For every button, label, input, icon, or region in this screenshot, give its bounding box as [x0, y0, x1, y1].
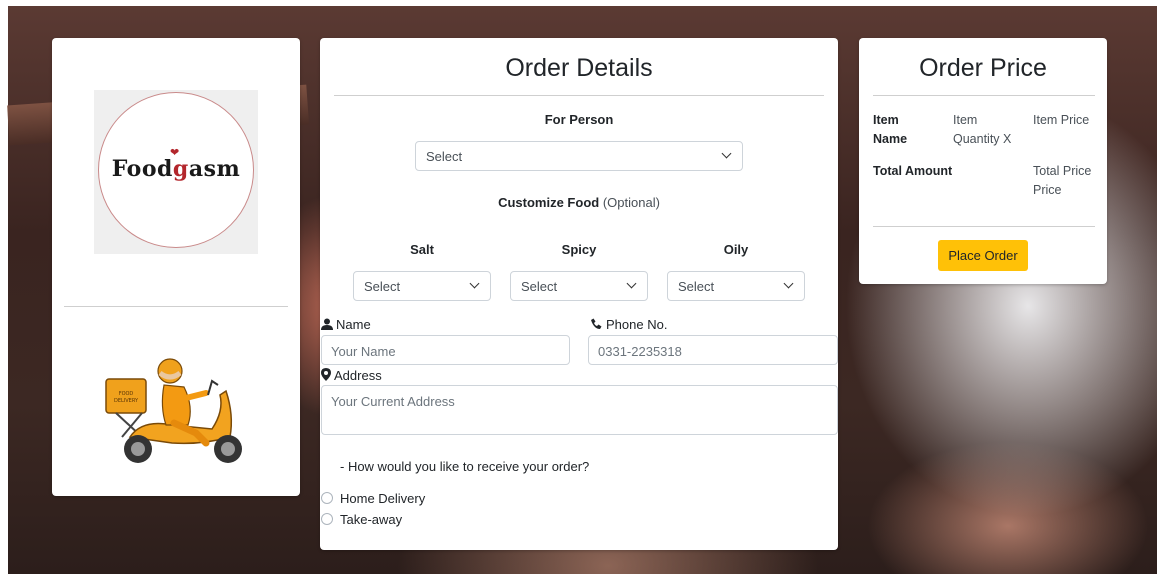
- for-person-select[interactable]: Select: [415, 141, 743, 171]
- oily-value: Select: [678, 279, 715, 294]
- order-details-card: Order Details For Person Select Customiz…: [320, 38, 838, 550]
- price-bottom-divider: [873, 226, 1095, 227]
- address-label: Address: [334, 368, 382, 383]
- receive-order-question: - How would you like to receive your ord…: [340, 459, 590, 474]
- spicy-label: Spicy: [561, 242, 597, 257]
- box-label-food: FOOD: [119, 391, 134, 397]
- customize-food-label: Customize Food (Optional): [498, 195, 660, 210]
- spicy-select[interactable]: Select: [510, 271, 648, 301]
- home-delivery-label: Home Delivery: [340, 491, 426, 506]
- phone-label: Phone No.: [606, 317, 668, 332]
- salt-value: Select: [364, 279, 401, 294]
- oily-select[interactable]: Select: [667, 271, 805, 301]
- for-person-label: For Person: [544, 112, 614, 127]
- oily-label: Oily: [723, 242, 749, 257]
- user-icon: [321, 318, 333, 330]
- col-item-price: Item Price: [1033, 113, 1090, 127]
- takeaway-label: Take-away: [340, 512, 403, 527]
- phone-input[interactable]: 0331-2235318: [588, 335, 838, 365]
- box-label-delivery: DELIVERY: [114, 398, 139, 404]
- chevron-down-icon: [721, 148, 732, 159]
- home-delivery-radio[interactable]: [321, 492, 333, 504]
- takeaway-radio[interactable]: [321, 513, 333, 525]
- card-divider: [64, 306, 288, 307]
- col-item-name: Item Name: [873, 113, 908, 146]
- logo-text: Foodgasm: [111, 156, 241, 182]
- salt-label: Salt: [410, 242, 434, 257]
- name-placeholder: Your Name: [331, 344, 396, 359]
- name-label: Name: [336, 317, 371, 332]
- col-item-quantity: Item Quantity X: [953, 113, 1012, 146]
- place-order-button[interactable]: Place Order: [938, 240, 1028, 271]
- for-person-value: Select: [426, 149, 463, 164]
- address-placeholder: Your Current Address: [331, 394, 455, 409]
- order-price-card: Order Price Item Name Item Quantity X It…: [859, 38, 1107, 284]
- order-details-title: Order Details: [505, 54, 653, 82]
- order-price-title: Order Price: [919, 54, 1047, 82]
- brand-card: ❤ Foodgasm FOOD DELIVERY: [52, 38, 300, 496]
- map-marker-icon: [321, 368, 331, 381]
- name-input[interactable]: Your Name: [321, 335, 570, 365]
- phone-placeholder: 0331-2235318: [598, 344, 682, 359]
- spicy-value: Select: [521, 279, 558, 294]
- chevron-down-icon: [469, 278, 480, 289]
- title-divider: [334, 95, 824, 96]
- salt-select[interactable]: Select: [353, 271, 491, 301]
- phone-icon: [591, 318, 602, 329]
- chevron-down-icon: [626, 278, 637, 289]
- delivery-scooter-icon: FOOD DELIVERY: [105, 358, 242, 463]
- address-textarea[interactable]: Your Current Address: [321, 385, 838, 435]
- foodgasm-logo: ❤ Foodgasm: [94, 90, 258, 254]
- price-title-divider: [873, 95, 1095, 96]
- total-amount-label: Total Amount: [873, 164, 953, 178]
- total-amount-value: Total Price Price: [1033, 164, 1092, 197]
- chevron-down-icon: [783, 278, 794, 289]
